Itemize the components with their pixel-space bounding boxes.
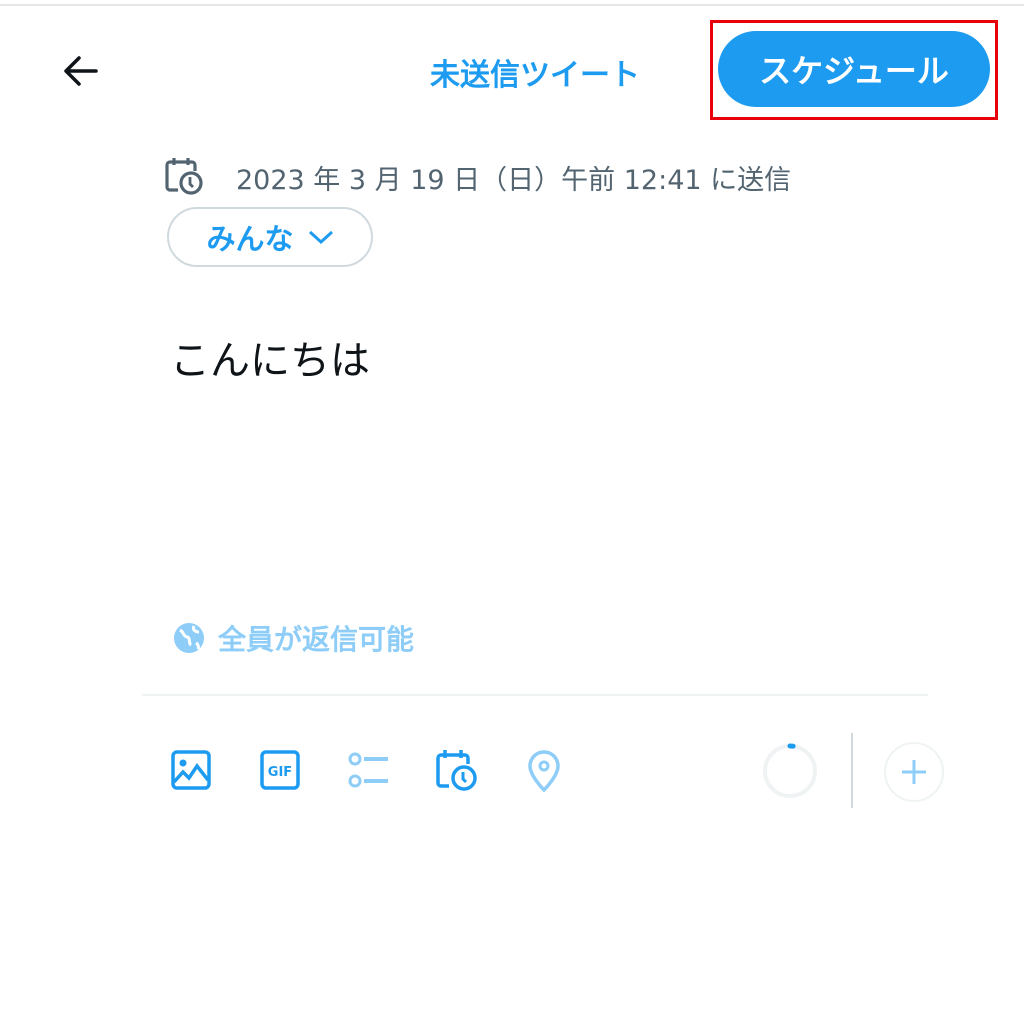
back-button[interactable] [58, 48, 104, 94]
image-button[interactable] [169, 748, 213, 792]
character-counter [762, 743, 818, 799]
audience-selector[interactable]: みんな [167, 207, 373, 267]
gif-icon: GIF [260, 750, 300, 790]
add-tweet-button[interactable] [884, 742, 944, 802]
schedule-tool-button[interactable] [434, 748, 478, 792]
gif-button[interactable]: GIF [258, 748, 302, 792]
chevron-down-icon [308, 230, 333, 245]
top-divider [0, 4, 1024, 6]
reply-setting-button[interactable]: 全員が返信可能 [172, 618, 414, 658]
plus-icon [902, 760, 926, 784]
globe-icon [174, 623, 204, 653]
image-icon [171, 750, 211, 790]
calendar-clock-icon [164, 156, 204, 196]
reply-setting-label: 全員が返信可能 [218, 623, 415, 656]
toolbar-separator [851, 733, 853, 808]
schedule-button[interactable]: スケジュール [718, 31, 990, 107]
scheduled-time[interactable]: 2023 年 3 月 19 日（日）午前 12:41 に送信 [236, 158, 791, 197]
arrow-left-icon [64, 56, 98, 86]
location-button[interactable] [522, 748, 566, 793]
poll-icon [348, 752, 388, 788]
poll-button[interactable] [346, 748, 390, 792]
schedule-icon [436, 750, 477, 791]
tweet-text[interactable]: こんにちは [170, 328, 370, 386]
toolbar-divider [142, 694, 928, 696]
counter-track [763, 744, 817, 798]
drafts-link[interactable]: 未送信ツイート [420, 50, 650, 94]
audience-label: みんな [206, 222, 294, 256]
location-icon [528, 750, 560, 793]
svg-text:GIF: GIF [268, 765, 292, 780]
